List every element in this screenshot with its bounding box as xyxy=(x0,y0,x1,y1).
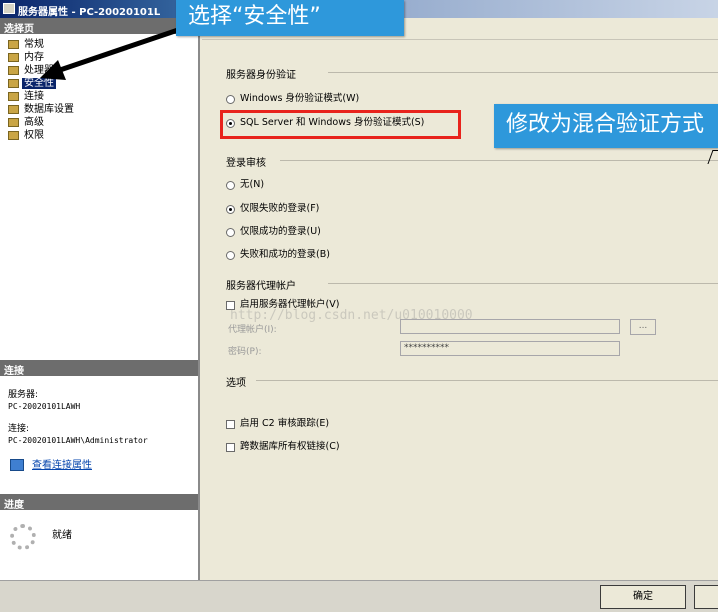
callout-select-security: 选择“安全性” xyxy=(176,0,404,36)
pointer-arrow-icon xyxy=(40,27,179,80)
callout-mixed-auth: 修改为混合验证方式 xyxy=(494,104,718,148)
